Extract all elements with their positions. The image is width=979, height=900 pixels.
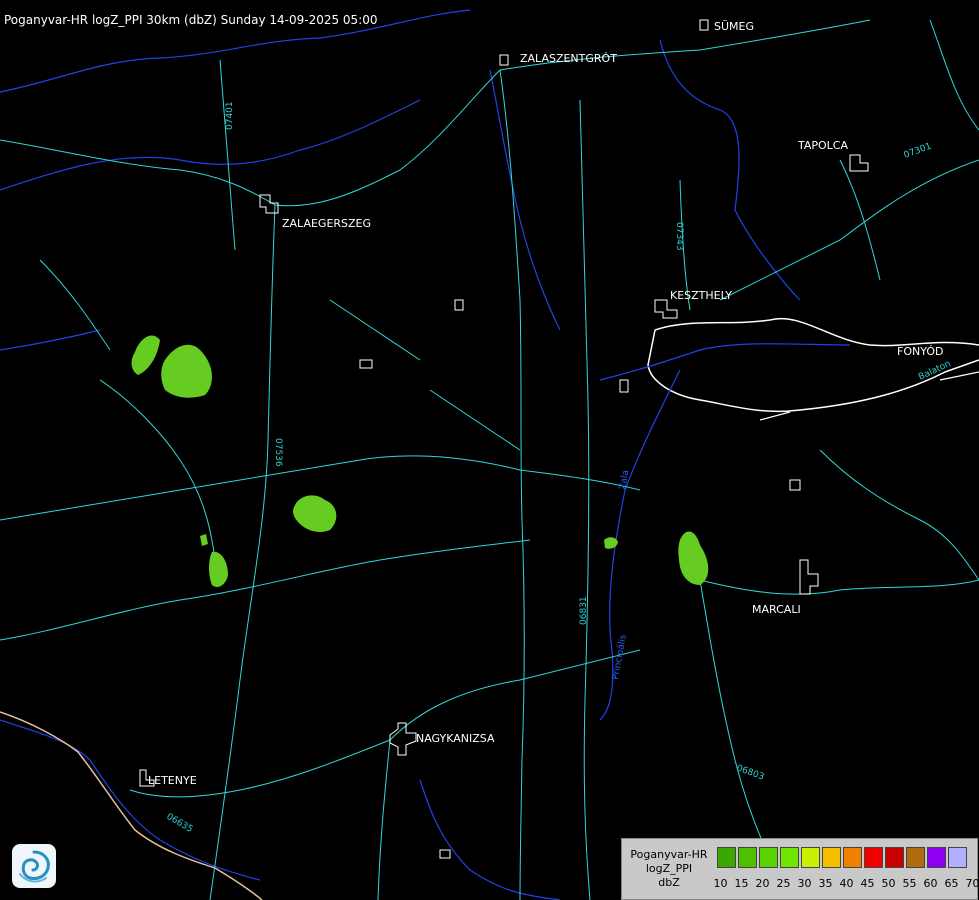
echo-3: [293, 495, 337, 533]
town-label: FONYÓD: [897, 345, 943, 358]
road-label: 07301: [903, 142, 933, 161]
echo-2: [161, 344, 212, 398]
road-label: 06635: [165, 812, 195, 835]
legend-tick-label: 65: [944, 877, 959, 890]
town-labels: SÜMEG ZALASZENTGRÓT TAPOLCA ZALAEGERSZEG…: [148, 20, 943, 787]
legend-swatch: [801, 847, 820, 868]
town-label: TAPOLCA: [797, 139, 848, 152]
legend-tick-label: 50: [881, 877, 896, 890]
echo-6: [604, 537, 618, 549]
legend-swatch: [906, 847, 925, 868]
legend-tick-label: 60: [923, 877, 938, 890]
echo-7: [678, 531, 709, 585]
town-label: MARCALI: [752, 603, 801, 616]
legend-tick-label: 20: [755, 877, 770, 890]
road-labels: 07401 07343 07536 06831 06803 06635 0730…: [165, 101, 933, 835]
water-label: Principális: [611, 634, 629, 681]
road-label: 07536: [273, 438, 283, 467]
legend-swatch: [738, 847, 757, 868]
legend-tick-label: 15: [734, 877, 749, 890]
legend-tick-label: 70: [965, 877, 979, 890]
legend-swatch: [948, 847, 967, 868]
road-label: 07401: [225, 101, 235, 130]
legend-swatch: [885, 847, 904, 868]
town-label: ZALASZENTGRÓT: [520, 52, 617, 65]
legend-tick-label: 40: [839, 877, 854, 890]
town-label: LETENYE: [148, 774, 197, 787]
legend-tick-label: 10: [713, 877, 728, 890]
legend-title: Poganyvar-HR logZ_PPI dbZ: [625, 848, 713, 890]
legend-line: logZ_PPI: [645, 862, 693, 875]
echo-1: [131, 335, 160, 375]
road-label: 06803: [735, 763, 765, 782]
legend-tick-label: 55: [902, 877, 917, 890]
radar-echoes: [131, 335, 709, 587]
road-label: 06831: [579, 596, 589, 625]
town-label: SÜMEG: [714, 20, 754, 33]
radar-logo-icon: [12, 844, 56, 888]
dbz-legend: Poganyvar-HR logZ_PPI dbZ 10 15 20 25 30 35 40…: [621, 838, 979, 900]
legend-swatches: [717, 847, 969, 868]
legend-swatch: [822, 847, 841, 868]
echo-5: [200, 534, 208, 546]
echo-4: [209, 551, 228, 587]
legend-swatch: [843, 847, 862, 868]
legend-line: dbZ: [658, 876, 680, 889]
legend-tick-label: 45: [860, 877, 875, 890]
legend-line: Poganyvar-HR: [630, 848, 708, 861]
town-label: ZALAEGERSZEG: [282, 217, 371, 230]
legend-swatch: [759, 847, 778, 868]
roads: [0, 19, 979, 900]
radar-map: SÜMEG ZALASZENTGRÓT TAPOLCA ZALAEGERSZEG…: [0, 9, 979, 900]
town-label: NAGYKANIZSA: [416, 732, 495, 745]
water-labels: Zala Principális Balaton: [611, 359, 952, 680]
lake-balaton-shore: [647, 317, 979, 413]
rivers: [0, 9, 851, 900]
road-label: 07343: [674, 222, 684, 251]
legend-swatch: [864, 847, 883, 868]
legend-swatch: [780, 847, 799, 868]
legend-tick-label: 30: [797, 877, 812, 890]
legend-tick-label: 35: [818, 877, 833, 890]
legend-ticks: 10 15 20 25 30 35 40 45 50 55 60 65 70: [710, 877, 979, 890]
legend-tick-label: 25: [776, 877, 791, 890]
legend-swatch: [927, 847, 946, 868]
town-label: KESZTHELY: [670, 289, 732, 302]
map-title: Poganyvar-HR logZ_PPI 30km (dbZ) Sunday …: [4, 13, 378, 27]
legend-swatch: [717, 847, 736, 868]
